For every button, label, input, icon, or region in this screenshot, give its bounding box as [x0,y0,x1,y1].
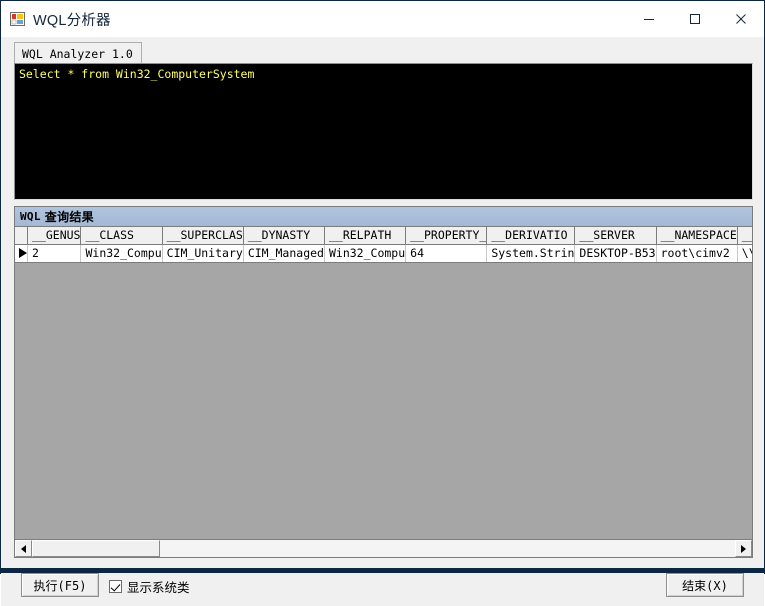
query-editor[interactable]: Select * from Win32_ComputerSystem [14,63,753,200]
show-system-classes-label: 显示系统类 [127,581,190,595]
grid-header-row: __GENUS __CLASS __SUPERCLAS __DYNASTY __… [15,227,752,245]
scroll-left-button[interactable] [15,540,32,557]
results-panel: WQL 查询结果 __GENUS __CLASS __SUPERCLAS __D… [14,206,753,558]
scroll-right-button[interactable] [735,540,752,557]
results-caption-text: 查询结果 [44,210,94,224]
window-title: WQL分析器 [33,12,111,29]
exit-button[interactable]: 结束(X) [666,573,744,597]
scrollbar-track[interactable] [32,540,735,557]
query-text: Select * from Win32_ComputerSystem [19,67,255,81]
cell-derivation: System.Strin [486,244,576,263]
app-form-icon [10,11,26,27]
cell-class: Win32_Compu [80,244,163,263]
maximize-button[interactable] [672,1,718,37]
grid-header-class[interactable]: __CLASS [80,227,163,245]
tab-strip: WQL Analyzer 1.0 [14,42,753,63]
minimize-icon [644,19,654,20]
cell-genus: 2 [27,244,82,263]
scroll-right-icon [741,544,746,553]
cell-server: DESKTOP-B53 [574,244,657,263]
client-area: WQL Analyzer 1.0 Select * from Win32_Com… [1,37,764,606]
cell-property-count: 64 [405,244,488,263]
grid-header-derivation[interactable]: __DERIVATIO [486,227,576,245]
maximize-icon [690,14,700,24]
cell-superclass: CIM_Unitary [162,244,244,263]
current-row-arrow-icon [19,248,27,258]
scrollbar-thumb[interactable] [32,540,160,557]
grid-header-property-count[interactable]: __PROPERTY_ [405,227,488,245]
tab-wql-analyzer[interactable]: WQL Analyzer 1.0 [14,42,142,63]
scroll-left-icon [21,544,26,553]
minimize-button[interactable] [626,1,672,37]
grid-header-superclass[interactable]: __SUPERCLAS [162,227,244,245]
close-button[interactable] [718,1,764,37]
row-selector-cell[interactable] [15,244,28,263]
execute-button[interactable]: 执行(F5) [21,573,99,597]
results-caption-prefix: WQL [20,210,41,223]
grid-header-rowselector [15,227,28,245]
title-bar: WQL分析器 [1,1,764,37]
cell-path: \\D [737,244,752,263]
grid-header-relpath[interactable]: __RELPATH [324,227,407,245]
close-icon [736,14,746,24]
results-grid: __GENUS __CLASS __SUPERCLAS __DYNASTY __… [15,227,752,263]
grid-header-namespace[interactable]: __NAMESPACE [656,227,738,245]
grid-header-genus[interactable]: __GENUS [27,227,82,245]
app-window: WQL分析器 WQL Analyzer 1.0 Select * from Wi… [0,0,765,606]
checkbox-check-icon[interactable] [109,580,122,593]
vs-form-icon [10,12,25,26]
results-grid-area[interactable]: __GENUS __CLASS __SUPERCLAS __DYNASTY __… [15,227,752,539]
table-row[interactable]: 2 Win32_Compu CIM_Unitary CIM_Managed Wi… [15,244,752,263]
cell-relpath: Win32_Compu [324,244,407,263]
grid-header-path[interactable]: __P [737,227,752,245]
grid-header-dynasty[interactable]: __DYNASTY [243,227,325,245]
cell-dynasty: CIM_Managed [243,244,325,263]
cell-namespace: root\cimv2 [656,244,738,263]
show-system-classes-checkbox[interactable]: 显示系统类 [109,577,190,596]
results-caption: WQL 查询结果 [15,207,752,227]
grid-horizontal-scrollbar[interactable] [15,539,752,557]
bottom-toolbar: 执行(F5) 显示系统类 结束(X) [1,562,764,606]
grid-header-server[interactable]: __SERVER [574,227,657,245]
